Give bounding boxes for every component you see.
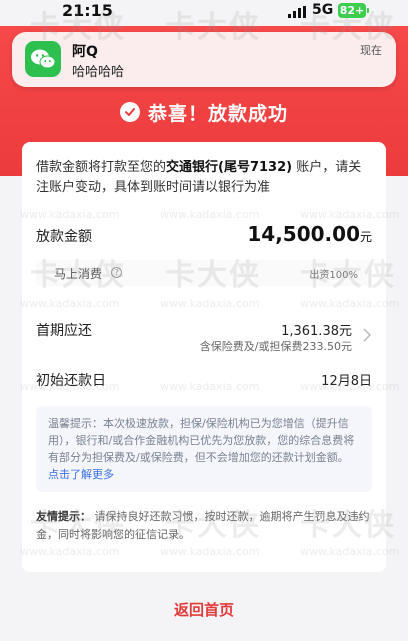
first-payment-amount[interactable]: 1,361.38元	[281, 320, 352, 339]
notification-banner[interactable]: 阿Q 哈哈哈哈 现在	[12, 32, 396, 87]
transfer-notice: 借款金额将打款至您的交通银行(尾号7132) 账户，请关注账户变动，具体到账时间…	[36, 158, 374, 198]
friendly-tip-label: 友情提示：	[36, 510, 91, 523]
battery-icon: 82+	[338, 3, 369, 18]
first-date-label: 初始还款日	[36, 373, 106, 389]
chevron-right-icon[interactable]	[362, 326, 372, 344]
back-home-button[interactable]: 返回首页	[38, 590, 370, 630]
loan-card: 借款金额将打款至您的交通银行(尾号7132) 账户，请关注账户变动，具体到账时间…	[22, 142, 386, 572]
tip-text: 温馨提示：本次极速放款，担保/保险机构已为您增信（提升信用），银行和/或合作金融…	[48, 415, 362, 483]
notification-message: 哈哈哈哈	[72, 65, 125, 80]
loan-amount-unit: 元	[359, 230, 372, 244]
consume-row[interactable]: 马上消费 ? 出资100%	[36, 260, 372, 286]
check-icon	[119, 102, 140, 122]
status-bar: 21:15 5G 82+	[0, 0, 408, 26]
tip-body: 温馨提示：本次极速放款，担保/保险机构已为您增信（提升信用），银行和/或合作金融…	[48, 417, 355, 464]
bank-account: 交通银行(尾号7132)	[166, 160, 293, 175]
notification-sender: 阿Q	[72, 44, 98, 60]
first-date: 12月8日	[321, 374, 372, 389]
network-type: 5G	[312, 2, 334, 18]
signal-icon	[288, 6, 306, 18]
first-payment-fee: 含保险费及/或担保费233.50元	[199, 340, 352, 353]
loan-amount-label: 放款金额	[36, 229, 92, 245]
notification-time: 现在	[360, 44, 382, 57]
learn-more-link[interactable]: 点击了解更多	[48, 468, 114, 481]
friendly-tip: 友情提示： 请保持良好还款习惯，按时还款，逾期将产生罚息及违约金，同时将影响您的…	[36, 508, 376, 544]
page-title: 恭喜！放款成功	[147, 102, 288, 125]
success-header: 恭喜！放款成功	[0, 98, 408, 126]
loan-amount-value: 14,500.00	[247, 222, 360, 246]
intro-text: 借款金额将打款至您的	[36, 160, 167, 175]
tip-box: 温馨提示：本次极速放款，担保/保险机构已为您增信（提升信用），银行和/或合作金融…	[36, 406, 372, 492]
loan-amount: 14,500.00元	[247, 222, 372, 246]
help-icon[interactable]: ?	[111, 267, 122, 278]
status-time: 21:15	[62, 1, 113, 20]
wechat-icon	[25, 41, 61, 77]
consume-value: 出资100%	[309, 270, 358, 281]
first-payment-label: 首期应还	[36, 323, 92, 339]
consume-label: 马上消费	[54, 267, 103, 281]
